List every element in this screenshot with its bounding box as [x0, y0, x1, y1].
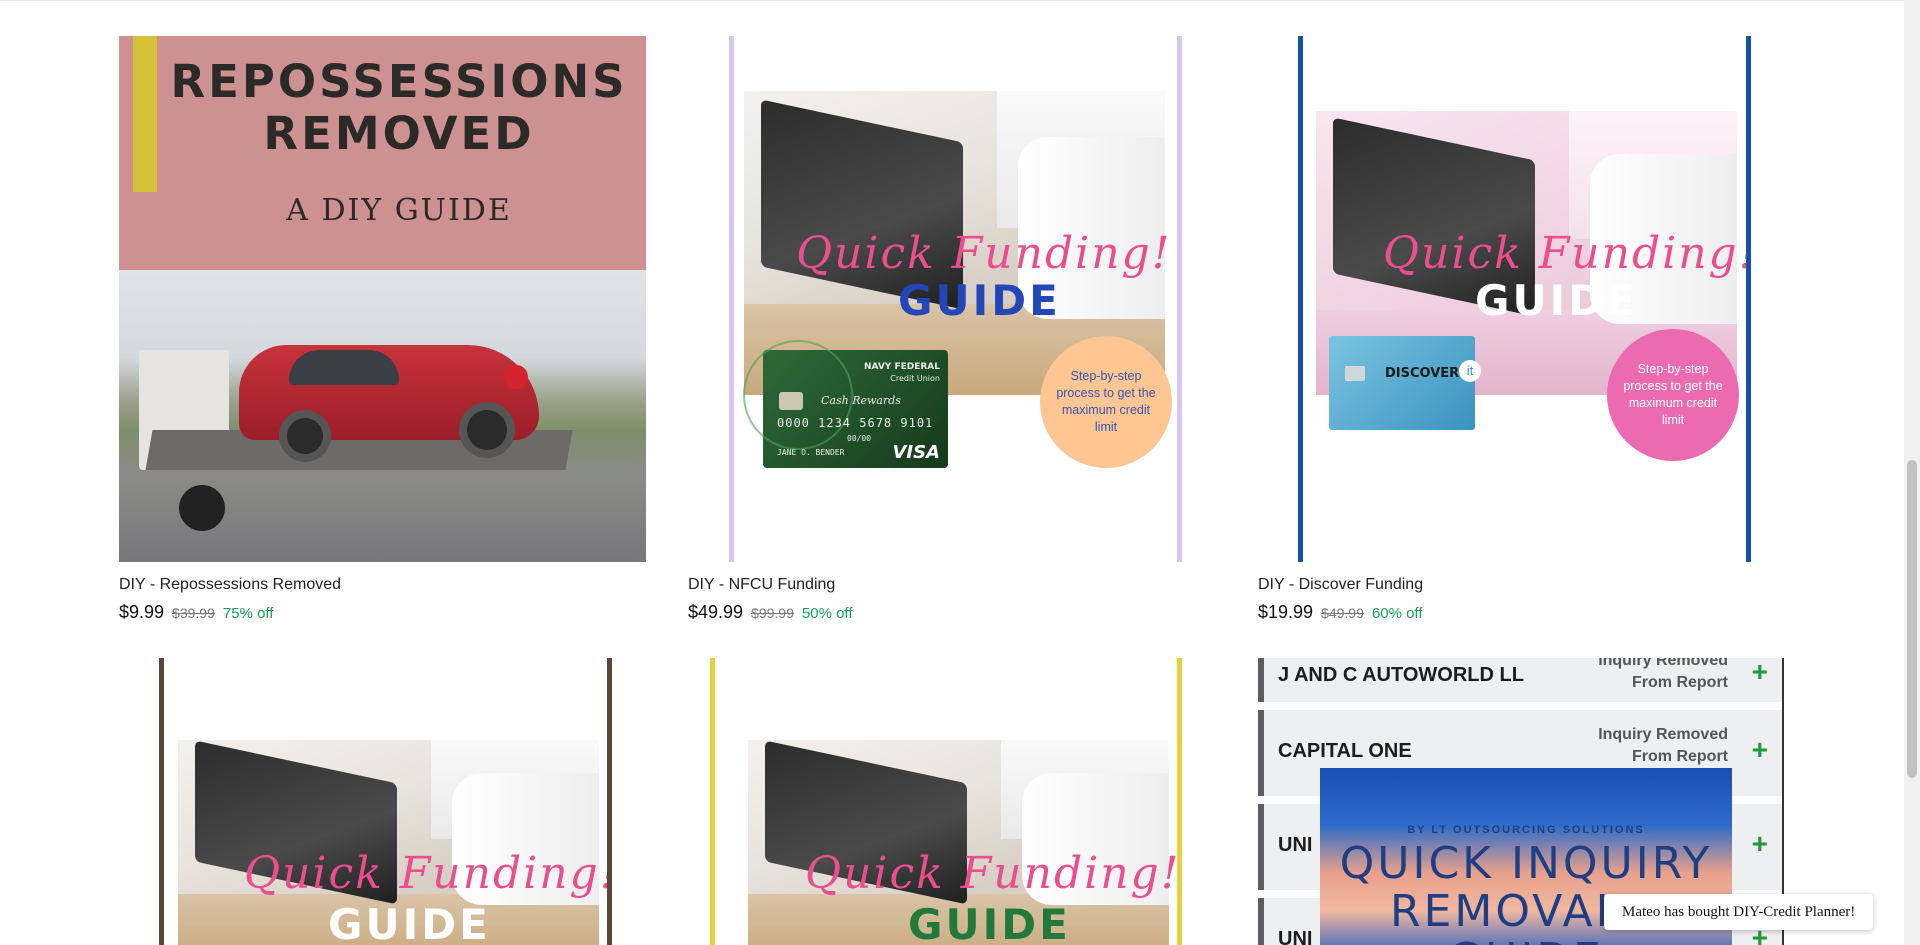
cover-guide-title: GUIDE [328, 900, 491, 945]
price-row: $49.99 $99.99 50% off [688, 602, 853, 623]
product-image[interactable]: REPOSSESSIONS REMOVED A DIY GUIDE [119, 36, 646, 562]
product-card-funding-yellow[interactable]: Quick Funding! GUIDE [710, 658, 1182, 945]
discount-badge: 60% off [1371, 605, 1423, 622]
product-title[interactable]: DIY - Repossessions Removed [119, 576, 341, 594]
plus-icon: + [1751, 658, 1768, 687]
inquiry-row: J AND C AUTOWORLD LL Inquiry Removed From… [1258, 658, 1782, 702]
price: $49.99 [688, 602, 744, 622]
plus-icon: + [1751, 828, 1768, 859]
discount-badge: 75% off [222, 605, 274, 622]
tow-truck-photo [119, 270, 646, 562]
product-image[interactable]: Quick Funding! GUIDE [159, 658, 612, 945]
price: $9.99 [119, 602, 165, 622]
product-card-funding-brown[interactable]: Quick Funding! GUIDE [159, 658, 612, 945]
product-image[interactable]: Quick Funding! GUIDE NAVY FEDERAL Credit… [729, 36, 1182, 562]
price: $19.99 [1258, 602, 1314, 622]
credit-card-image: NAVY FEDERAL Credit Union Cash Rewards 0… [743, 340, 948, 468]
price-row: $9.99 $39.99 75% off [119, 602, 341, 623]
cover-header: REPOSSESSIONS REMOVED A DIY GUIDE [119, 36, 646, 270]
top-divider [0, 0, 1904, 1]
purchase-notification[interactable]: Mateo has bought DIY-Credit Planner! [1604, 894, 1874, 930]
credit-card-image: DISCOVER it [1329, 336, 1481, 430]
cover-guide-title: GUIDE [898, 276, 1061, 325]
cover-heading: REPOSSESSIONS REMOVED [170, 55, 628, 160]
compare-price: $49.99 [1321, 605, 1364, 621]
discount-badge: 50% off [801, 605, 853, 622]
product-title[interactable]: DIY - Discover Funding [1258, 576, 1423, 594]
price-row: $19.99 $49.99 60% off [1258, 602, 1423, 623]
cover-guide-title: GUIDE [1475, 276, 1638, 325]
cover-guide-title: GUIDE [908, 900, 1071, 945]
cover-script-title: Quick Funding! [796, 228, 1172, 279]
compare-price: $99.99 [751, 605, 794, 621]
product-card-repossessions[interactable]: REPOSSESSIONS REMOVED A DIY GUIDE DIY - … [119, 36, 646, 626]
page-scrollbar[interactable] [1904, 0, 1920, 945]
scrollbar-thumb[interactable] [1907, 460, 1917, 778]
cover-subheading: A DIY GUIDE [286, 193, 512, 228]
product-card-discover[interactable]: Quick Funding! GUIDE DISCOVER it Step-by… [1258, 36, 1752, 626]
product-image[interactable]: Quick Funding! GUIDE [710, 658, 1182, 945]
product-title[interactable]: DIY - NFCU Funding [688, 576, 853, 594]
compare-price: $39.99 [172, 605, 215, 621]
accent-bar [133, 36, 157, 192]
plus-icon: + [1751, 734, 1768, 765]
product-image[interactable]: Quick Funding! GUIDE DISCOVER it Step-by… [1298, 36, 1751, 562]
cover-bubble: Step-by-step process to get the maximum … [1040, 336, 1172, 468]
cover-script-title: Quick Funding! [1383, 228, 1751, 279]
cover-script-title: Quick Funding! [805, 848, 1181, 899]
cover-script-title: Quick Funding! [244, 848, 612, 899]
product-card-nfcu[interactable]: Quick Funding! GUIDE NAVY FEDERAL Credit… [688, 36, 1182, 626]
cover-bubble: Step-by-step process to get the maximum … [1607, 329, 1739, 461]
